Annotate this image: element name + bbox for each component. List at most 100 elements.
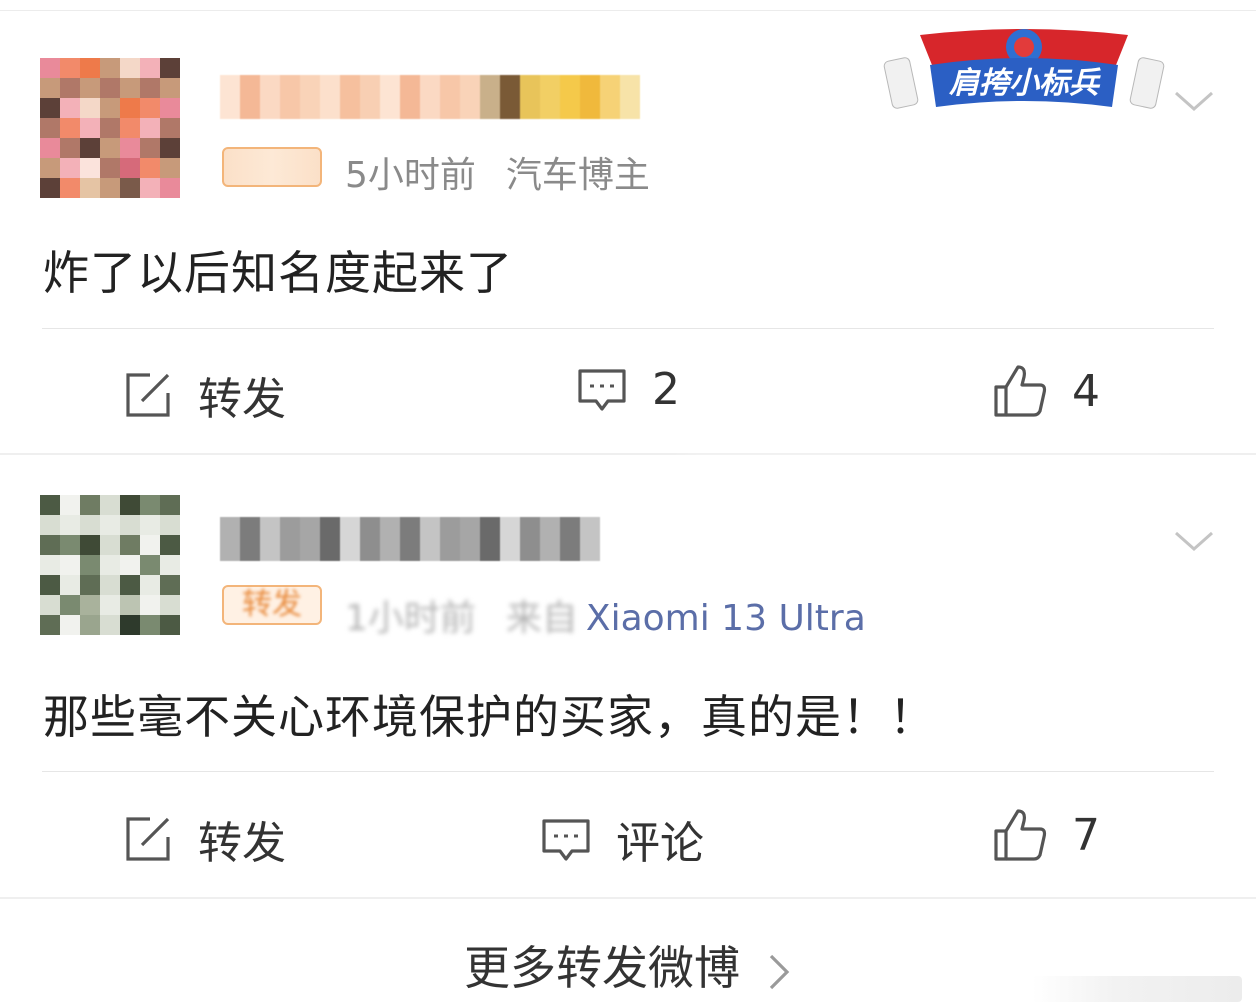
mosaic-cell xyxy=(80,515,100,535)
mosaic-cell xyxy=(60,515,80,535)
mosaic-cell xyxy=(100,555,120,575)
repost-item: 5小时前 汽车博主 肩挎小标兵 炸了以后知名度起来了 转发 2 4 xyxy=(0,11,1256,453)
mosaic-cell xyxy=(120,515,140,535)
like-count: 7 xyxy=(1072,809,1100,861)
mosaic-cell xyxy=(480,517,500,561)
mosaic-cell xyxy=(140,178,160,198)
mosaic-cell xyxy=(100,615,120,635)
mosaic-cell xyxy=(40,138,60,158)
mosaic-cell xyxy=(60,595,80,615)
post-device[interactable]: Xiaomi 13 Ultra xyxy=(586,598,866,639)
mosaic-cell xyxy=(260,75,280,119)
mosaic-cell xyxy=(400,75,420,119)
post-content: 那些毫不关心环境保护的买家，真的是！！ xyxy=(43,690,936,744)
mosaic-cell xyxy=(140,138,160,158)
mosaic-cell xyxy=(100,495,120,515)
mosaic-cell xyxy=(40,58,60,78)
mosaic-cell xyxy=(60,615,80,635)
mosaic-cell xyxy=(60,98,80,118)
mosaic-cell xyxy=(420,517,440,561)
mosaic-cell xyxy=(560,517,580,561)
mosaic-cell xyxy=(160,495,180,515)
mosaic-cell xyxy=(340,75,360,119)
sticker-image: 肩挎小标兵 xyxy=(883,29,1165,109)
mosaic-cell xyxy=(140,495,160,515)
mosaic-cell xyxy=(120,118,140,138)
mosaic-cell xyxy=(140,98,160,118)
comment-button[interactable]: 2 xyxy=(576,363,680,415)
post-meta: 5小时前 汽车博主 xyxy=(345,146,650,198)
repost-button[interactable]: 转发 xyxy=(122,807,286,871)
mosaic-cell xyxy=(120,178,140,198)
sticker-text: 肩挎小标兵 xyxy=(949,66,1101,101)
mosaic-cell xyxy=(160,178,180,198)
mosaic-cell xyxy=(40,615,60,635)
mosaic-cell xyxy=(40,118,60,138)
mosaic-cell xyxy=(520,75,540,119)
mosaic-cell xyxy=(100,575,120,595)
post-content: 炸了以后知名度起来了 xyxy=(43,246,513,300)
mosaic-cell xyxy=(580,517,600,561)
mosaic-cell xyxy=(300,517,320,561)
mosaic-cell xyxy=(40,98,60,118)
mosaic-cell xyxy=(40,158,60,178)
action-divider xyxy=(42,771,1214,772)
mosaic-cell xyxy=(560,75,580,119)
post-time: 1小时前 xyxy=(345,598,476,639)
username-blurred[interactable] xyxy=(220,75,640,119)
mosaic-cell xyxy=(100,178,120,198)
mosaic-cell xyxy=(100,595,120,615)
mosaic-cell xyxy=(400,517,420,561)
more-reposts-label: 更多转发微博 xyxy=(464,941,740,995)
mosaic-cell xyxy=(140,595,160,615)
mosaic-cell xyxy=(280,517,300,561)
share-edit-icon xyxy=(126,817,170,861)
mosaic-cell xyxy=(160,118,180,138)
mosaic-cell xyxy=(40,495,60,515)
mosaic-cell xyxy=(380,517,400,561)
mosaic-cell xyxy=(40,575,60,595)
mosaic-cell xyxy=(80,575,100,595)
mosaic-cell xyxy=(40,555,60,575)
mosaic-cell xyxy=(160,78,180,98)
mosaic-cell xyxy=(60,555,80,575)
mosaic-cell xyxy=(360,517,380,561)
mosaic-cell xyxy=(60,58,80,78)
mosaic-cell xyxy=(80,595,100,615)
mosaic-cell xyxy=(140,58,160,78)
repost-label: 转发 xyxy=(198,818,286,869)
mosaic-cell xyxy=(60,535,80,555)
repost-button[interactable]: 转发 xyxy=(122,363,286,427)
post-source: 汽车博主 xyxy=(505,155,650,196)
mosaic-cell xyxy=(460,75,480,119)
mosaic-cell xyxy=(40,78,60,98)
mosaic-cell xyxy=(80,495,100,515)
chevron-down-icon[interactable] xyxy=(1172,519,1216,563)
mosaic-cell xyxy=(120,615,140,635)
mosaic-cell xyxy=(80,58,100,78)
mosaic-cell xyxy=(160,138,180,158)
mosaic-cell xyxy=(140,535,160,555)
username-blurred[interactable] xyxy=(220,517,600,561)
mosaic-cell xyxy=(100,138,120,158)
comment-button[interactable]: 评论 xyxy=(540,807,704,871)
chevron-right-icon xyxy=(769,954,790,989)
like-button[interactable]: 7 xyxy=(992,807,1100,863)
like-count: 4 xyxy=(1072,365,1100,417)
post-meta: 1小时前 来自 Xiaomi 13 Ultra xyxy=(345,589,866,641)
mosaic-cell xyxy=(160,98,180,118)
chevron-down-icon[interactable] xyxy=(1172,79,1216,123)
mosaic-cell xyxy=(80,78,100,98)
mosaic-cell xyxy=(500,75,520,119)
thumbs-up-icon xyxy=(994,809,1047,861)
mosaic-cell xyxy=(500,517,520,561)
avatar[interactable] xyxy=(40,58,180,198)
avatar[interactable] xyxy=(40,495,180,635)
mosaic-cell xyxy=(80,138,100,158)
mosaic-cell xyxy=(580,75,600,119)
mosaic-cell xyxy=(120,158,140,178)
like-button[interactable]: 4 xyxy=(992,363,1100,419)
action-divider xyxy=(42,328,1214,329)
redaction-overlay xyxy=(680,463,1166,591)
mosaic-cell xyxy=(120,98,140,118)
